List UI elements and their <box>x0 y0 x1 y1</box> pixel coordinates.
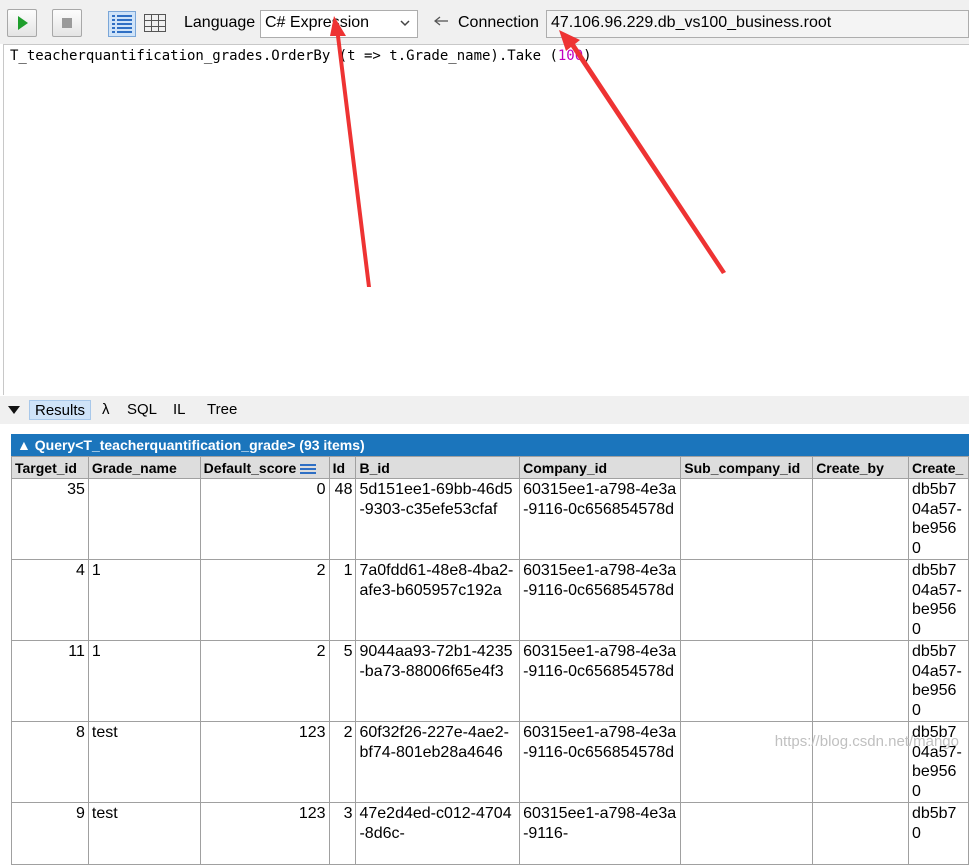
code-number: 100 <box>557 48 584 64</box>
column-header[interactable]: Id <box>328 456 357 479</box>
language-select[interactable]: C# Expression <box>260 10 418 38</box>
table-cell[interactable]: test <box>87 721 201 803</box>
stop-icon <box>62 18 72 28</box>
table-cell[interactable]: 47e2d4ed-c012-4704-8d6c- <box>355 802 521 865</box>
table-cell[interactable]: 4 <box>11 559 89 641</box>
collapse-triangle-icon[interactable] <box>7 405 21 415</box>
language-value: C# Expression <box>265 14 370 31</box>
table-cell[interactable] <box>812 478 909 560</box>
table-cell[interactable]: 35 <box>11 478 89 560</box>
table-cell[interactable] <box>680 559 814 641</box>
column-header[interactable]: B_id <box>355 456 521 479</box>
table-cell[interactable]: 11 <box>11 640 89 722</box>
table-cell[interactable]: db5b704a57-be9560 <box>907 640 969 722</box>
table-row[interactable]: 11 1 2 5 9044aa93-72b1-4235-ba73-88006f65e4f… <box>11 640 969 722</box>
language-label: Language <box>184 14 256 31</box>
table-cell[interactable]: 60315ee1-a798-4e3a-9116-0c656854578d <box>519 478 682 560</box>
table-cell[interactable]: 60315ee1-a798-4e3a-9116-0c656854578d <box>519 559 682 641</box>
table-cell[interactable]: 9044aa93-72b1-4235-ba73-88006f65e4f3 <box>355 640 521 722</box>
play-icon <box>18 16 28 30</box>
table-cell[interactable] <box>680 478 814 560</box>
column-header[interactable]: Create_by <box>812 456 909 479</box>
table-cell[interactable]: 5d151ee1-69bb-46d5-9303-c35efe53cfaf <box>355 478 521 560</box>
table-cell[interactable] <box>680 802 814 865</box>
table-cell[interactable]: 7a0fdd61-48e8-4ba2-afe3-b605957c192a <box>355 559 521 641</box>
column-header[interactable]: Company_id <box>519 456 682 479</box>
table-header-row: Target_id Grade_name Default_score Id B_… <box>11 456 969 479</box>
table-cell[interactable] <box>680 640 814 722</box>
code-line: T_teacherquantification_grades.OrderBy (… <box>10 48 592 64</box>
results-in-rich-text-button[interactable] <box>108 11 136 37</box>
tab-tree[interactable]: Tree <box>202 400 242 420</box>
table-row[interactable]: 35 0 48 5d151ee1-69bb-46d5-9303-c35efe53cfa… <box>11 478 969 560</box>
results-table: Target_id Grade_name Default_score Id B_… <box>11 456 969 865</box>
collapse-up-icon[interactable]: ▲ <box>17 437 35 453</box>
tab-il[interactable]: IL <box>168 400 191 420</box>
table-cell[interactable] <box>87 478 201 560</box>
results-panel: ▲ Query<T_teacherquantification_grade> (… <box>0 424 969 865</box>
column-header[interactable]: Grade_name <box>87 456 201 479</box>
column-header[interactable]: Sub_company_id <box>680 456 814 479</box>
query-editor[interactable]: T_teacherquantification_grades.OrderBy (… <box>3 44 969 395</box>
toolbar: Language C# Expression Connection 47.106… <box>0 0 969 44</box>
connection-field[interactable]: 47.106.96.229.db_vs100_business.root <box>546 10 969 38</box>
table-cell[interactable]: db5b704a57-be9560 <box>907 559 969 641</box>
table-cell[interactable]: 48 <box>328 478 357 560</box>
column-header-default-score[interactable]: Default_score <box>199 456 330 479</box>
watermark: https://blog.csdn.net/mango <box>774 733 959 750</box>
code-prefix: T_teacherquantification_grades.OrderBy (… <box>10 48 558 64</box>
list-view-icon <box>112 15 132 33</box>
column-header-label: Default_score <box>203 459 297 476</box>
tab-sql[interactable]: SQL <box>122 400 162 420</box>
table-cell[interactable]: 2 <box>199 559 330 641</box>
grid-view-icon <box>144 14 166 32</box>
table-cell[interactable]: db5b704a57-be9560 <box>907 478 969 560</box>
table-cell[interactable]: 1 <box>87 559 201 641</box>
table-cell[interactable]: 9 <box>11 802 89 865</box>
menu-lines-icon[interactable] <box>300 463 317 475</box>
connection-arrow-icon <box>434 16 448 26</box>
table-cell[interactable]: 60315ee1-a798-4e3a-9116- <box>519 802 682 865</box>
column-header[interactable]: Target_id <box>11 456 89 479</box>
table-cell[interactable]: 3 <box>328 802 357 865</box>
table-cell[interactable]: 60f32f26-227e-4ae2-bf74-801eb28a4646 <box>355 721 521 803</box>
table-cell[interactable]: 123 <box>199 721 330 803</box>
table-row[interactable]: 9 test 123 3 47e2d4ed-c012-4704-8d6c- 60315ee… <box>11 802 969 865</box>
table-cell[interactable]: 0 <box>199 478 330 560</box>
run-button[interactable] <box>7 9 37 37</box>
stop-button[interactable] <box>52 9 82 37</box>
table-cell[interactable]: 2 <box>199 640 330 722</box>
table-cell[interactable]: db5b70 <box>907 802 969 865</box>
chevron-down-icon <box>400 20 410 27</box>
table-cell[interactable]: 60315ee1-a798-4e3a-9116-0c656854578d <box>519 721 682 803</box>
table-cell[interactable]: 1 <box>87 640 201 722</box>
column-header[interactable]: Create_ <box>907 456 969 479</box>
table-row[interactable]: 4 1 2 1 7a0fdd61-48e8-4ba2-afe3-b605957c192a… <box>11 559 969 641</box>
table-cell[interactable] <box>812 640 909 722</box>
connection-label: Connection <box>458 14 539 31</box>
query-header-text: Query<T_teacherquantification_grade> (93… <box>34 437 365 453</box>
table-cell[interactable]: 123 <box>199 802 330 865</box>
table-cell[interactable] <box>812 559 909 641</box>
table-cell[interactable]: 60315ee1-a798-4e3a-9116-0c656854578d <box>519 640 682 722</box>
tab-results[interactable]: Results <box>29 400 92 420</box>
connection-value: 47.106.96.229.db_vs100_business.root <box>551 14 832 31</box>
code-suffix: ) <box>583 48 592 64</box>
table-cell[interactable]: 5 <box>328 640 357 722</box>
table-cell[interactable]: 2 <box>328 721 357 803</box>
query-header[interactable]: ▲ Query<T_teacherquantification_grade> (… <box>11 434 969 456</box>
table-cell[interactable] <box>812 802 909 865</box>
result-tabs-bar: Results λ SQL IL Tree <box>0 396 969 424</box>
results-in-grid-button[interactable] <box>142 11 170 37</box>
table-cell[interactable]: 8 <box>11 721 89 803</box>
tab-lambda[interactable]: λ <box>97 400 115 420</box>
table-cell[interactable]: test <box>87 802 201 865</box>
table-cell[interactable]: 1 <box>328 559 357 641</box>
